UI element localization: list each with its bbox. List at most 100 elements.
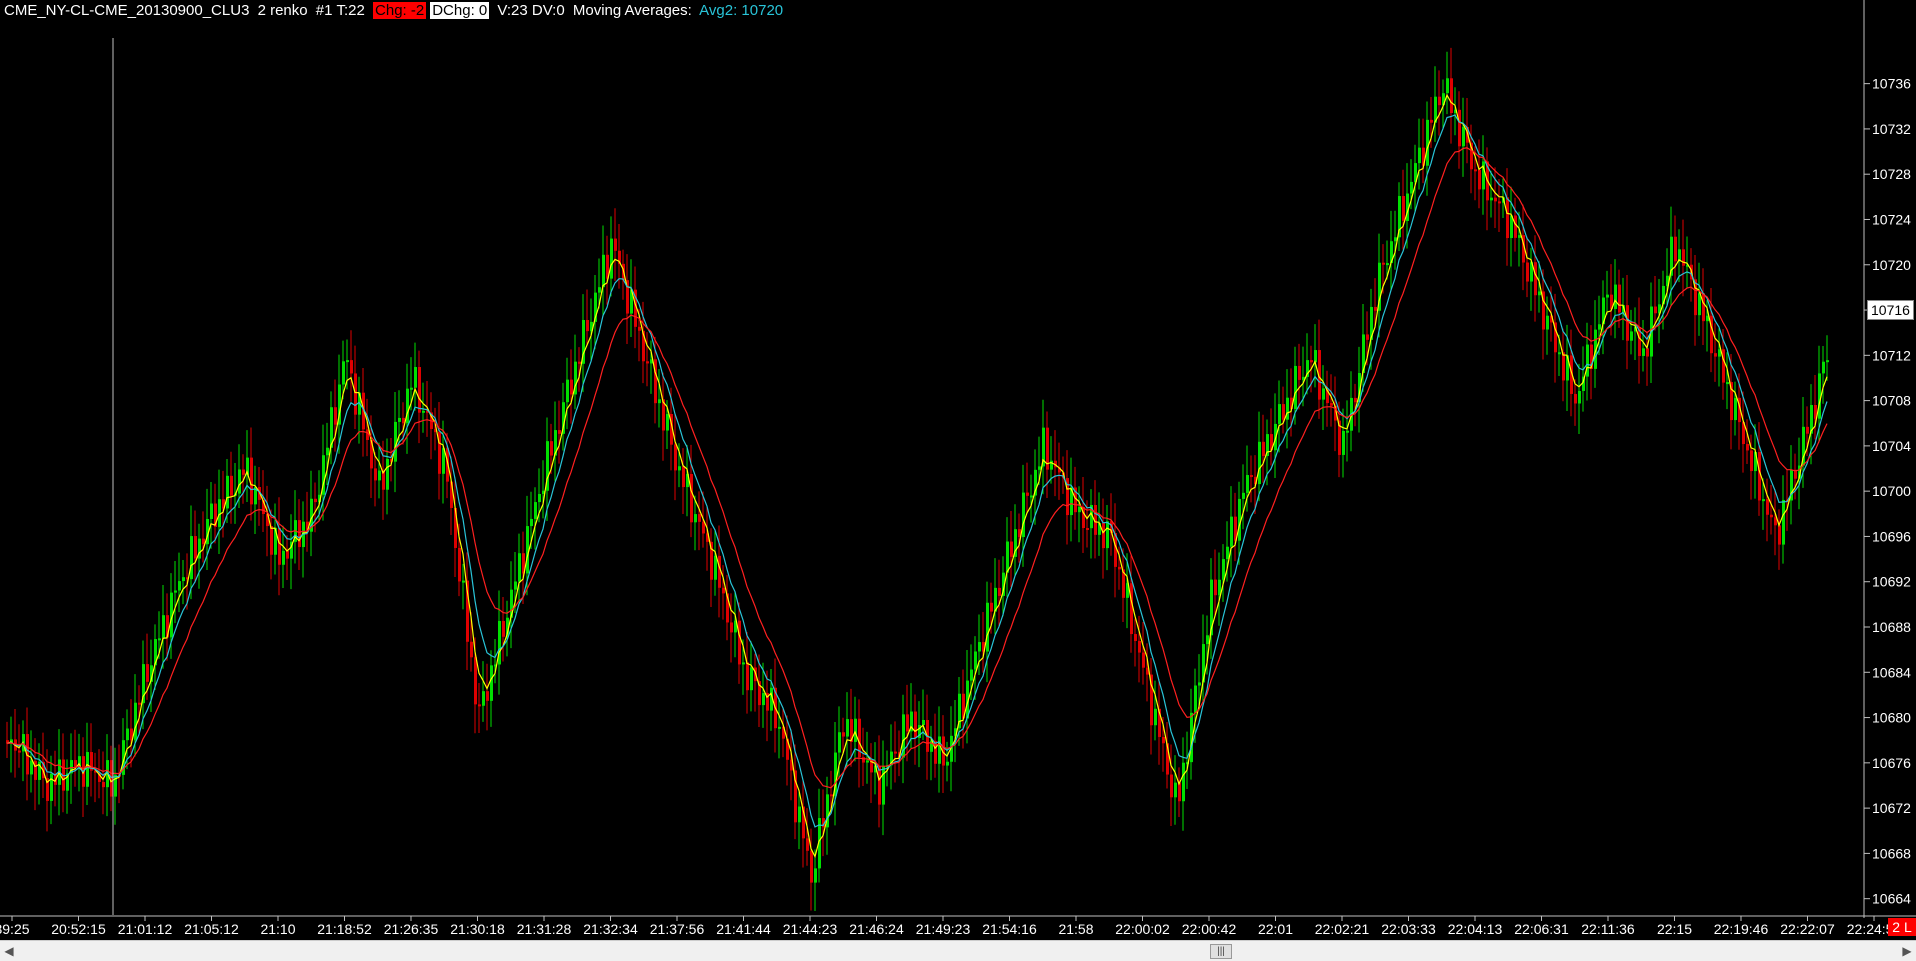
down-bar [418,367,421,413]
up-bar [518,553,521,582]
price-chart[interactable]: 10736 10732 10728 10724 10720 10716 10712 10708… [0,0,1916,940]
up-bar [162,615,165,639]
x-tick-label: 22:22:07 [1780,921,1835,937]
scroll-thumb[interactable]: ||| [1210,944,1232,959]
y-tick-label: 10732 [1872,121,1911,137]
down-bar [1618,284,1621,313]
down-bar [286,550,289,559]
y-tick-label: 10688 [1872,619,1911,635]
up-bar [1410,181,1413,194]
down-bar [1298,365,1301,380]
down-bar [102,781,105,788]
up-bar [658,399,661,404]
up-bar [922,719,925,726]
up-bar [946,761,949,766]
y-tick-label: 10668 [1872,845,1911,861]
y-tick-label: 10684 [1872,664,1911,680]
down-bar [458,547,461,582]
x-tick-label: 20:52:15 [51,921,106,937]
up-bar [598,287,601,293]
up-bar [1782,499,1785,545]
down-bar [746,662,749,691]
down-bar [638,326,641,331]
x-tick-label: 22:00:02 [1115,921,1170,937]
up-bar [714,555,717,580]
y-tick-label: 10700 [1872,483,1911,499]
down-bar [1330,403,1333,406]
down-bar [878,765,881,805]
down-bar [334,407,337,425]
up-bar [1226,546,1229,560]
up-bar [1630,331,1633,341]
x-tick-label: 21:46:24 [849,921,904,937]
up-bar [410,387,413,390]
x-tick-label: 21:49:23 [916,921,971,937]
up-bar [1826,360,1829,363]
x-tick-label: 22:06:31 [1514,921,1569,937]
y-tick-label: 10728 [1872,166,1911,182]
down-bar [1574,393,1577,404]
up-bar [1482,161,1485,190]
down-bar [146,664,149,682]
up-bar [678,466,681,471]
up-bar [1642,348,1645,356]
x-tick-label: 21:44:23 [783,921,838,937]
down-bar [1494,197,1497,202]
down-bar [1714,353,1717,357]
x-tick-label: 21:37:56 [650,921,705,937]
up-bar [854,718,857,742]
up-bar [970,669,973,681]
up-bar [386,458,389,490]
up-bar [1106,521,1109,549]
up-bar [530,518,533,527]
y-tick-label: 10696 [1872,528,1911,544]
up-bar [986,602,989,652]
down-bar [914,711,917,738]
down-bar [806,838,809,851]
up-bar [610,238,613,279]
up-bar [462,580,465,583]
up-bar [1314,350,1317,363]
up-bar [1386,263,1389,266]
down-bar [1778,525,1781,545]
up-bar [86,752,89,787]
scroll-left-arrow-icon[interactable]: ◀ [2,944,16,958]
up-bar [30,760,33,775]
up-bar [566,379,569,403]
up-bar [534,502,537,519]
down-bar [1450,78,1453,114]
down-bar [242,469,245,475]
down-bar [1430,119,1433,123]
down-bar [18,750,21,753]
up-bar [1614,284,1617,309]
down-bar [74,760,77,767]
down-bar [1438,96,1441,106]
up-bar [1030,495,1033,498]
up-bar [158,638,161,641]
position-badge: 2 L [1888,918,1916,936]
avg2-readout: Avg2: 10720 [699,2,784,19]
scroll-right-arrow-icon[interactable]: ▶ [1900,944,1914,958]
up-bar [482,691,485,706]
up-bar [178,581,181,591]
up-bar [134,702,137,741]
up-bar [490,665,493,701]
down-bar [1282,404,1285,420]
up-bar [798,806,801,823]
down-bar [314,498,317,503]
up-bar [126,728,129,741]
y-tick-label: 10664 [1872,891,1911,907]
up-bar [742,662,745,665]
down-bar [698,514,701,522]
down-bar [690,474,693,523]
down-bar [722,587,725,594]
y-tick-label: 10672 [1872,800,1911,816]
up-bar [1546,315,1549,330]
x-tick-label: 21:10 [260,921,295,937]
down-bar [646,361,649,364]
horizontal-scrollbar[interactable]: ◀ ||| ▶ [0,940,1916,961]
down-bar [1102,522,1105,549]
up-bar [190,536,193,580]
down-bar [1374,306,1377,311]
up-bar [882,766,885,805]
